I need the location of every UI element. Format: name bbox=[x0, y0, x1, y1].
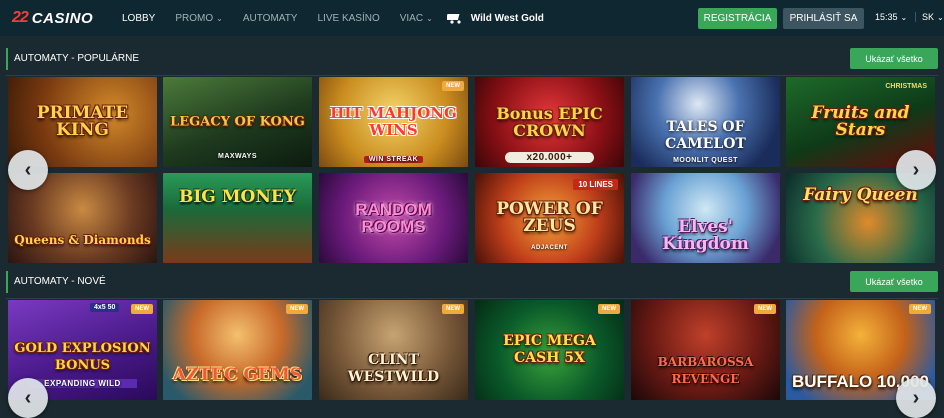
top-navigation-bar: 22 CASINO LOBBY PROMO ⌄ AUTOMATY LIVE KAS… bbox=[0, 0, 944, 36]
game-title: CLINT WESTWILD bbox=[347, 352, 440, 385]
reels-lines-badge: 4x5 50 bbox=[90, 303, 120, 312]
carousel-next-button[interactable]: › bbox=[896, 150, 936, 190]
nav-label: VIAC bbox=[399, 12, 424, 24]
game-tile[interactable]: Elves' Kingdom bbox=[631, 173, 780, 263]
show-all-button[interactable]: Ukázať všetko bbox=[850, 271, 938, 292]
section-header-new: AUTOMATY - NOVÉ Ukázať všetko bbox=[0, 271, 944, 299]
game-title: RANDOM ROOMS bbox=[355, 200, 432, 236]
nav-item-live-kasino[interactable]: LIVE KASÍNO bbox=[317, 13, 379, 24]
game-tile[interactable]: LEGACY OF KONG MAXWAYS bbox=[163, 77, 312, 167]
game-tile[interactable]: TALES OF CAMELOT MOONLIT QUEST bbox=[631, 77, 780, 167]
chevron-left-icon: ‹ bbox=[24, 386, 32, 409]
logo-mark: 22 bbox=[12, 9, 29, 26]
wagon-icon bbox=[446, 14, 461, 24]
game-tile[interactable]: HIT MAHJONG WINS WIN STREAK NEW bbox=[319, 77, 468, 167]
new-badge: NEW bbox=[754, 304, 776, 314]
game-tile[interactable]: POWER OF ZEUS ADJACENT 10 LINES bbox=[475, 173, 624, 263]
new-badge: NEW bbox=[442, 304, 464, 314]
register-button[interactable]: REGISTRÁCIA bbox=[698, 8, 777, 29]
game-title: Fruits and Stars bbox=[811, 103, 910, 140]
casino-logo[interactable]: 22 CASINO bbox=[12, 9, 108, 27]
game-title: BIG MONEY bbox=[178, 187, 297, 207]
nav-label: LIVE KASÍNO bbox=[317, 12, 380, 24]
clock-time: 15:35 bbox=[875, 12, 898, 22]
game-tile[interactable]: EPIC MEGA CASH 5X NEW bbox=[475, 300, 624, 400]
language-selector[interactable]: SK ⌄ bbox=[915, 12, 944, 22]
section-title: AUTOMATY - NOVÉ bbox=[14, 276, 106, 287]
christmas-badge: CHRISTMAS bbox=[885, 82, 927, 90]
featured-game-link[interactable]: Wild West Gold bbox=[446, 12, 544, 24]
game-title: HIT MAHJONG WINS bbox=[330, 104, 457, 139]
game-title: BARBAROSSA REVENGE bbox=[657, 355, 754, 386]
game-subtitle: WIN STREAK bbox=[364, 156, 423, 163]
nav-label: AUTOMATY bbox=[242, 12, 298, 24]
game-tile[interactable]: BARBAROSSA REVENGE NEW bbox=[631, 300, 780, 400]
game-title: GOLD EXPLOSION BONUS bbox=[14, 341, 151, 373]
game-title: TALES OF CAMELOT bbox=[665, 119, 746, 152]
main-nav: LOBBY PROMO ⌄ AUTOMATY LIVE KASÍNO VIAC ⌄ … bbox=[122, 12, 544, 24]
chevron-down-icon: ⌄ bbox=[426, 13, 433, 23]
game-subtitle: MOONLIT QUEST bbox=[673, 157, 738, 164]
carousel-prev-button[interactable]: ‹ bbox=[8, 378, 48, 418]
login-button[interactable]: PRIHLÁSIŤ SA bbox=[783, 8, 864, 29]
chevron-down-icon: ⌄ bbox=[216, 13, 223, 23]
new-badge: NEW bbox=[286, 304, 308, 314]
lines-badge: 10 LINES bbox=[573, 179, 618, 190]
nav-label: LOBBY bbox=[122, 12, 156, 24]
game-title: LEGACY OF KONG bbox=[170, 114, 305, 130]
nav-item-viac[interactable]: VIAC ⌄ bbox=[400, 13, 433, 24]
game-tile[interactable]: RANDOM ROOMS bbox=[319, 173, 468, 263]
game-subtitle: x20.000+ bbox=[505, 152, 594, 163]
game-title: AZTEC GEMS bbox=[172, 365, 303, 385]
time-selector[interactable]: 15:35 ⌄ bbox=[875, 12, 907, 22]
new-badge: NEW bbox=[442, 81, 464, 91]
game-title: PRIMATE KING bbox=[36, 103, 129, 140]
game-title: Elves' Kingdom bbox=[662, 217, 749, 254]
section-accent-bar bbox=[6, 48, 8, 70]
new-badge: NEW bbox=[598, 304, 620, 314]
nav-label: PROMO bbox=[175, 12, 214, 24]
chevron-down-icon: ⌄ bbox=[937, 12, 944, 22]
featured-game-label: Wild West Gold bbox=[470, 12, 544, 24]
section-divider bbox=[6, 75, 938, 76]
section-title: AUTOMATY - POPULÁRNE bbox=[14, 53, 140, 64]
language-code: SK bbox=[922, 12, 935, 22]
game-tile[interactable]: CLINT WESTWILD NEW bbox=[319, 300, 468, 400]
nav-item-lobby[interactable]: LOBBY bbox=[122, 13, 155, 24]
show-all-button[interactable]: Ukázať všetko bbox=[850, 48, 938, 69]
nav-item-automaty[interactable]: AUTOMATY bbox=[243, 13, 298, 24]
chevron-left-icon: ‹ bbox=[24, 158, 32, 181]
section-divider bbox=[6, 298, 938, 299]
game-tile[interactable]: AZTEC GEMS NEW bbox=[163, 300, 312, 400]
section-header-popular: AUTOMATY - POPULÁRNE Ukázať všetko bbox=[0, 48, 944, 76]
game-tile[interactable]: Bonus EPIC CROWN x20.000+ bbox=[475, 77, 624, 167]
logo-text: CASINO bbox=[31, 9, 94, 27]
game-subtitle: MAXWAYS bbox=[217, 153, 258, 160]
game-title: Queens & Diamonds bbox=[14, 233, 151, 247]
new-badge: NEW bbox=[131, 304, 153, 314]
carousel-prev-button[interactable]: ‹ bbox=[8, 150, 48, 190]
game-title: Bonus EPIC CROWN bbox=[496, 104, 603, 140]
game-tile[interactable]: BIG MONEY bbox=[163, 173, 312, 263]
new-badge: NEW bbox=[909, 304, 931, 314]
chevron-right-icon: › bbox=[912, 158, 920, 181]
nav-item-promo[interactable]: PROMO ⌄ bbox=[175, 13, 222, 24]
section-accent-bar bbox=[6, 271, 8, 293]
game-title: POWER OF ZEUS bbox=[496, 199, 603, 236]
chevron-right-icon: › bbox=[912, 386, 920, 409]
game-subtitle: ADJACENT bbox=[531, 245, 568, 251]
game-title: EPIC MEGA CASH 5X bbox=[503, 333, 596, 366]
chevron-down-icon: ⌄ bbox=[900, 12, 908, 22]
carousel-next-button[interactable]: › bbox=[896, 378, 936, 418]
